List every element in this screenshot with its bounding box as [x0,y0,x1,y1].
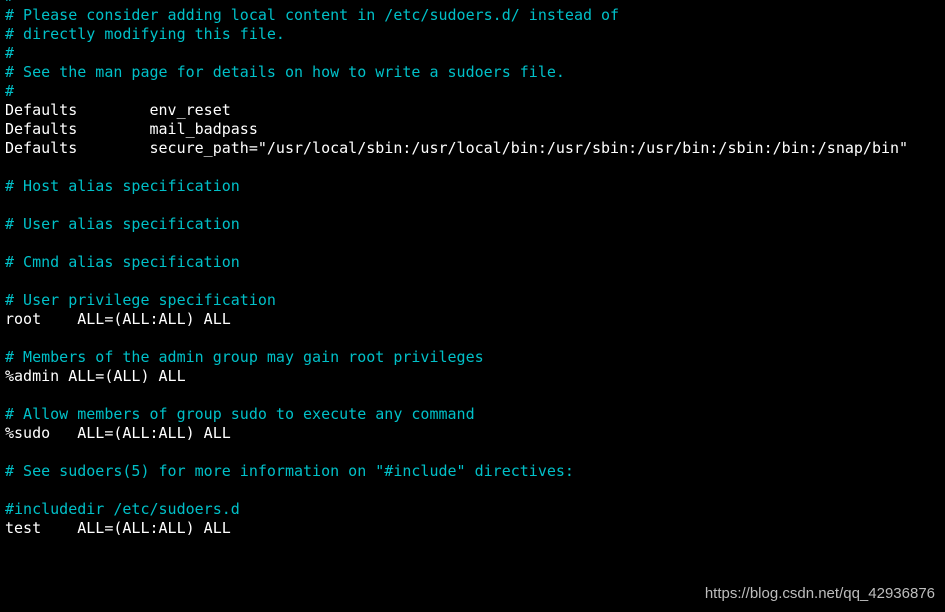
config-line: root ALL=(ALL:ALL) ALL [5,310,231,328]
config-line [5,196,908,215]
comment-line: # User privilege specification [5,291,276,309]
config-line: Defaults env_reset [5,101,231,119]
watermark: https://blog.csdn.net/qq_42936876 [704,585,935,602]
config-line: Defaults secure_path="/usr/local/sbin:/u… [5,139,909,157]
comment-line: # User alias specification [5,215,240,233]
comment-line: # Members of the admin group may gain ro… [5,348,484,366]
comment-line: # Cmnd alias specification [5,253,240,271]
config-line [5,443,908,462]
config-line [5,234,908,253]
config-line [5,481,908,500]
config-line: %admin ALL=(ALL) ALL [5,367,186,385]
comment-line: # directly modifying this file. [5,25,285,43]
terminal-editor[interactable]: # # Please consider adding local content … [5,0,908,538]
comment-line: # See sudoers(5) for more information on… [5,462,574,480]
config-line [5,386,908,405]
comment-line: # [5,82,15,100]
comment-line: # Allow members of group sudo to execute… [5,405,475,423]
config-line: %sudo ALL=(ALL:ALL) ALL [5,424,231,442]
config-line: test ALL=(ALL:ALL) ALL [5,519,231,537]
config-line [5,272,908,291]
config-line: Defaults mail_badpass [5,120,258,138]
comment-line: # Please consider adding local content i… [5,6,620,24]
comment-line: # [5,44,15,62]
comment-line: # See the man page for details on how to… [5,63,565,81]
config-line [5,329,908,348]
comment-line: # Host alias specification [5,177,240,195]
comment-line: #includedir /etc/sudoers.d [5,500,240,518]
config-line [5,158,908,177]
